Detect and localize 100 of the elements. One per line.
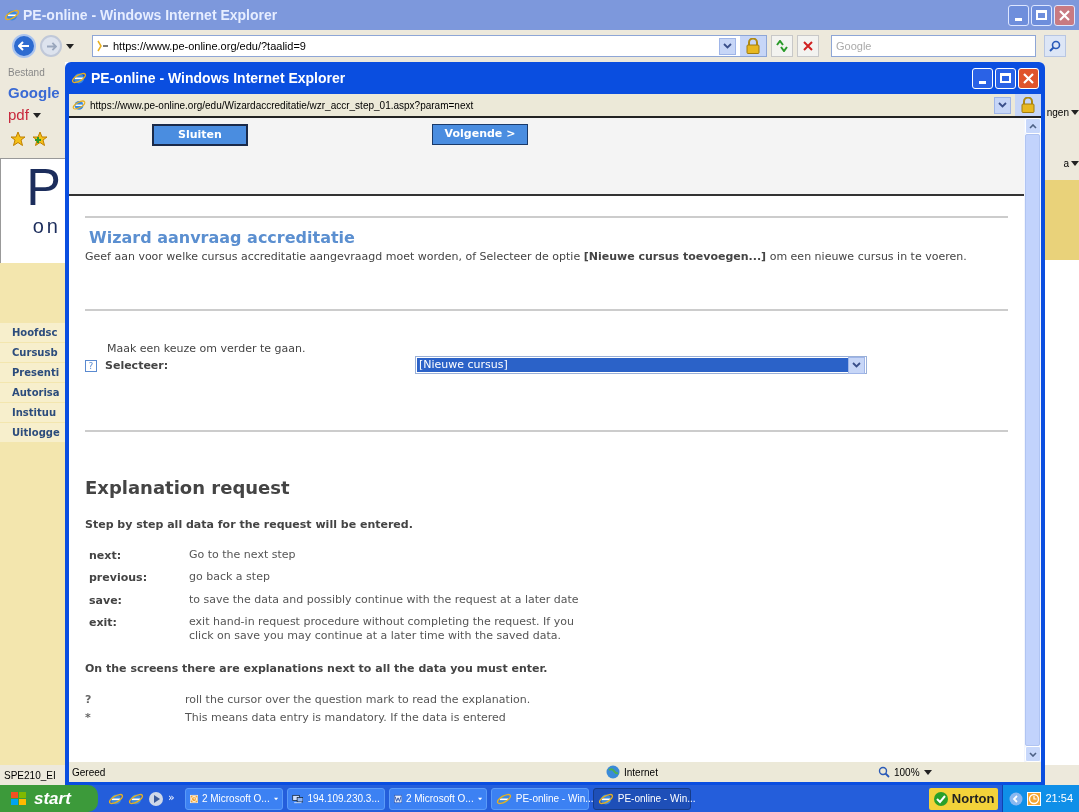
term-label: save: [89, 592, 123, 609]
address-text: https://www.pe-online.org/edu/Wizardaccreditatie/wzr_accr_step_01.aspx?param=next [90, 98, 475, 113]
maximize-button[interactable] [1031, 4, 1052, 26]
dropdown-caret-icon [1071, 109, 1079, 115]
toolbar-link[interactable]: pdf [8, 103, 29, 127]
zoom-icon [878, 766, 890, 778]
taskbar-item[interactable]: 2 Microsoft O... [184, 787, 283, 810]
toolbar-link[interactable]: a [1063, 155, 1069, 171]
globe-icon [606, 765, 620, 779]
select-prompt: Maak een keuze om verder te gaan. [107, 341, 307, 357]
clock-icon [1027, 791, 1042, 806]
norton-tray-button[interactable]: Norton [928, 787, 999, 810]
nav-link[interactable]: Uitlogge [0, 423, 65, 443]
minimize-icon [979, 80, 986, 84]
help-icon[interactable]: ? [85, 359, 97, 372]
address-dropdown-button[interactable] [994, 96, 1011, 114]
close-button[interactable] [1054, 4, 1075, 26]
chevron-up-icon [1028, 123, 1037, 129]
toolbar-link[interactable]: Google [0, 82, 65, 104]
address-text: https://www.pe-online.org/edu/?taalid=9 [113, 38, 307, 54]
stop-button[interactable] [797, 35, 819, 57]
status-text: Gereed [72, 765, 107, 780]
term-label: exit: [89, 615, 118, 631]
term-label: next: [89, 547, 123, 564]
chevron-down-icon [852, 362, 861, 368]
dropdown-caret-icon [1071, 160, 1079, 166]
window-title: PE-online - Windows Internet Explorer [23, 5, 278, 25]
search-field[interactable]: Google [831, 35, 1036, 57]
history-caret-icon [66, 43, 74, 49]
term-label: previous: [89, 570, 149, 586]
close-icon [1023, 72, 1034, 84]
close-icon [1059, 9, 1070, 21]
address-field[interactable]: https://www.pe-online.org/edu/?taalid=9 [92, 35, 767, 57]
wizard-title: Wizard aanvraag accreditatie [89, 227, 356, 249]
taskbar-item[interactable]: 2 Microsoft O... [388, 787, 487, 810]
refresh-button[interactable] [771, 35, 793, 57]
back-button[interactable] [12, 34, 36, 58]
scroll-thumb[interactable] [1025, 134, 1040, 746]
address-dropdown-button[interactable] [719, 37, 736, 55]
checkmark-icon [932, 790, 949, 807]
chevron-left-icon[interactable] [1009, 791, 1024, 806]
minimize-icon [1015, 17, 1022, 21]
nav-link[interactable]: Cursusb [0, 343, 65, 363]
scrollbar[interactable] [1024, 118, 1041, 762]
clock-text: 21:54 [1045, 791, 1073, 807]
minimize-button[interactable] [1008, 4, 1029, 26]
symbol-label: ? [85, 691, 93, 708]
back-arrow-icon [18, 41, 30, 51]
windows-logo-icon [10, 790, 28, 807]
padlock-icon [746, 38, 760, 54]
logo-letter: P [26, 159, 61, 215]
nav-link[interactable]: Autorisa [0, 383, 65, 403]
symbol-description: roll the cursor over the question mark to read the explanation. [185, 691, 531, 708]
scroll-down-button[interactable] [1024, 746, 1041, 762]
nav-link[interactable]: Presenti [0, 363, 65, 383]
wizard-description: Geef aan voor welke cursus accreditatie aangevraagd moet worden, of Selecteer de optie [Nieuwe cursus toevoegen...] om een nieuwe cursus in te voeren. [85, 250, 968, 263]
close-page-button[interactable]: Sluiten [152, 124, 248, 146]
note-text: On the screens there are explanations next to all the data you must enter. [85, 661, 549, 677]
select-dropdown-button[interactable] [848, 356, 865, 374]
browser-logo-icon [4, 7, 20, 23]
course-select[interactable]: [Nieuwe cursus] [415, 356, 867, 374]
page-icon [72, 98, 86, 112]
symbol-label: * [85, 710, 92, 726]
zoom-level[interactable]: 100% [894, 764, 920, 780]
status-text: SPE210_EI [4, 768, 56, 783]
symbol-description: This means data entry is mandatory. If the data is entered [185, 710, 506, 726]
star-icon[interactable] [10, 131, 26, 147]
term-description: to save the data and possibly continue with the request at a later date [189, 592, 580, 608]
nav-link[interactable]: Instituu [0, 403, 65, 423]
browser-logo-icon [71, 70, 87, 86]
padlock-icon [1021, 97, 1035, 113]
refresh-icon [775, 40, 789, 52]
dropdown-caret-icon [923, 769, 932, 775]
term-description: Go to the next step [189, 547, 297, 563]
window-title: PE-online - Windows Internet Explorer [91, 68, 346, 88]
zone-text: Internet [624, 765, 659, 780]
forward-arrow-icon [45, 41, 57, 51]
chevron-down-icon [723, 43, 732, 49]
nav-link[interactable]: Hoofdsc [0, 323, 65, 343]
chevron-down-icon [998, 102, 1007, 108]
term-description: exit hand-in request procedure without completing the request. If you click on save you may continue at a later time with the saved data. [189, 615, 575, 643]
scroll-up-button[interactable] [1024, 118, 1041, 134]
stop-icon [803, 41, 813, 51]
more-chevron[interactable]: » [168, 790, 175, 807]
next-button[interactable]: Volgende > [432, 124, 528, 145]
taskbar-item[interactable]: 194.109.230.3... [286, 787, 385, 810]
media-player-icon[interactable] [148, 790, 164, 807]
maximize-icon [1036, 10, 1047, 20]
select-label: Selecteer: [105, 357, 169, 374]
menu-item[interactable]: Bestand [0, 62, 65, 82]
term-description: go back a step [189, 570, 271, 585]
toolbar-link[interactable]: ngen [1046, 104, 1069, 120]
dropdown-caret-icon [32, 112, 41, 118]
start-button[interactable]: start [0, 785, 98, 812]
chevron-down-icon [1028, 751, 1037, 757]
section-heading: Explanation request [85, 476, 291, 500]
search-icon [1049, 40, 1061, 52]
search-button[interactable] [1044, 35, 1066, 57]
add-star-icon[interactable] [32, 131, 48, 147]
maximize-icon [1000, 73, 1011, 83]
